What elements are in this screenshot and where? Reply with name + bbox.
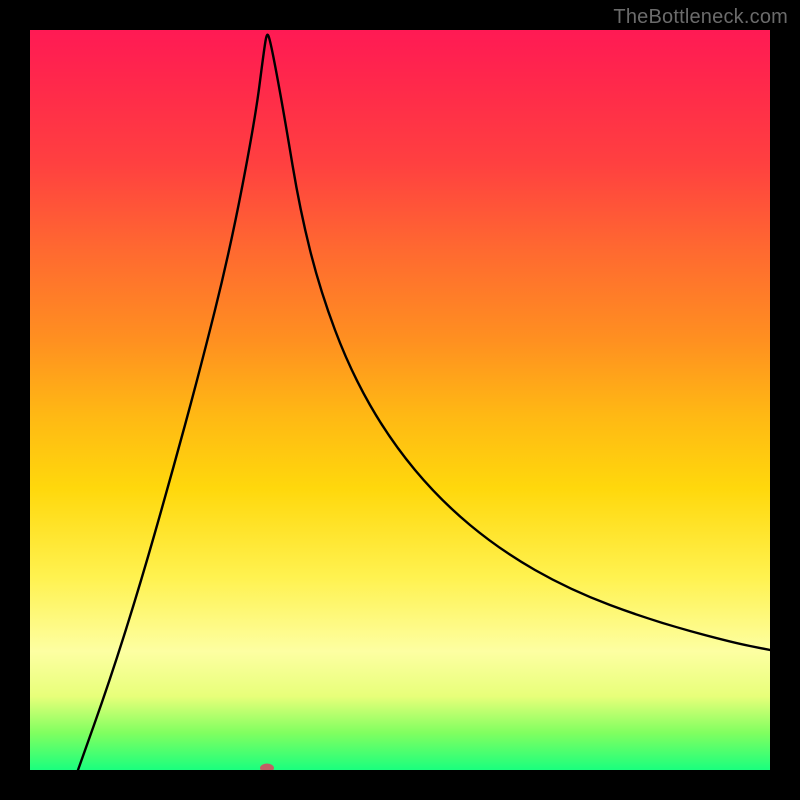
chart-stage: TheBottleneck.com [0,0,800,800]
plot-area [30,30,770,770]
watermark-text: TheBottleneck.com [613,6,788,29]
curve-svg [30,30,770,770]
optimal-point-marker [260,764,274,771]
bottleneck-curve [78,35,770,770]
